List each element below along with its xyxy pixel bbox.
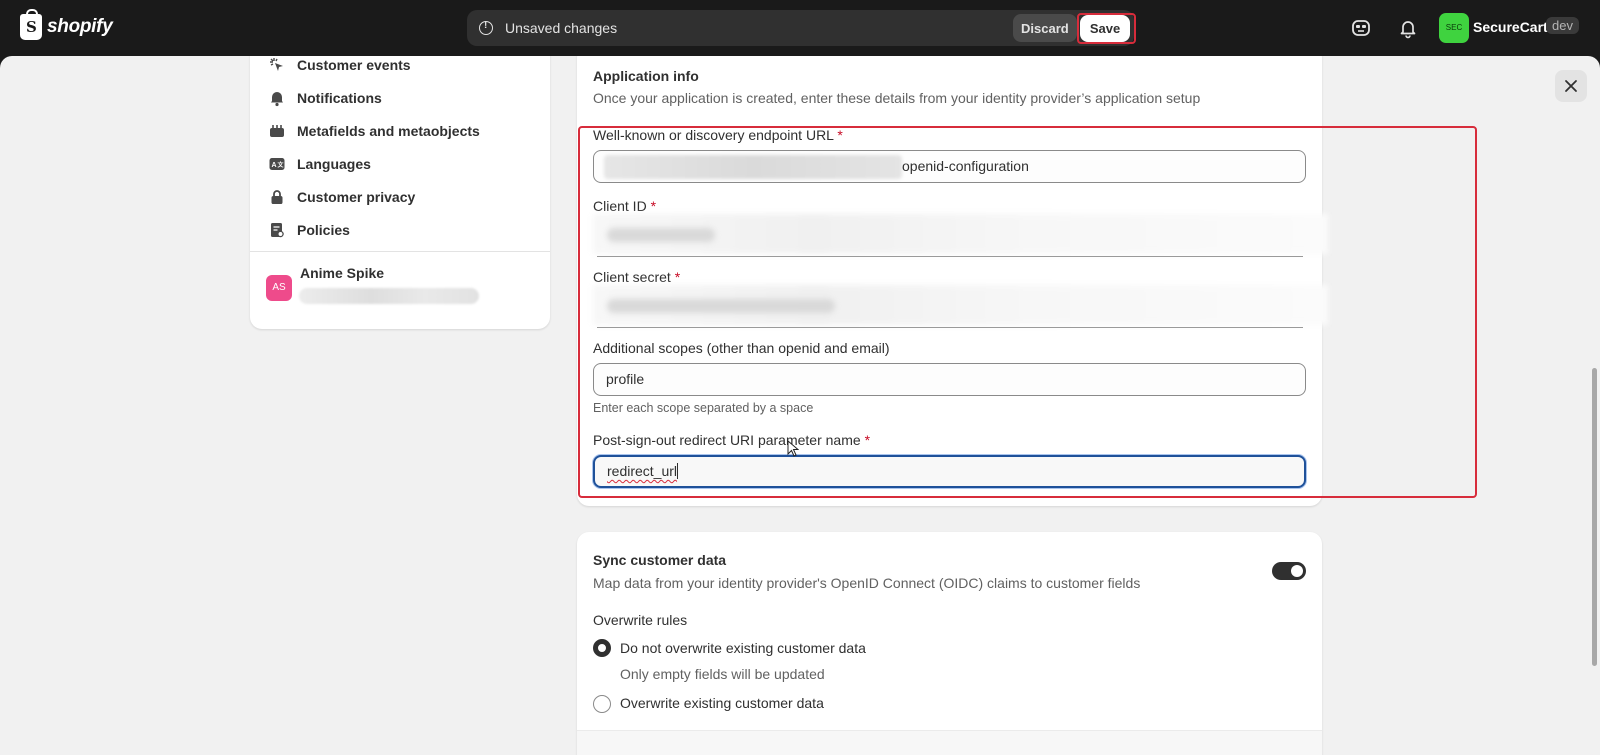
bell-icon[interactable]: [1397, 17, 1419, 39]
discovery-url-redacted: [604, 155, 902, 179]
policy-icon: [271, 223, 284, 238]
close-button[interactable]: [1555, 70, 1587, 102]
mouse-cursor-icon: [787, 440, 799, 457]
unsaved-changes-text: Unsaved changes: [505, 20, 618, 36]
sidebar-item-label: Customer privacy: [297, 189, 416, 205]
sidebar-item-customer-privacy[interactable]: Customer privacy: [268, 183, 415, 211]
sync-subtitle: Map data from your identity provider's O…: [593, 575, 1141, 591]
sidebar-item-metafields[interactable]: Metafields and metaobjects: [268, 117, 480, 145]
radio-overwrite-label[interactable]: Overwrite existing customer data: [620, 695, 824, 711]
discovery-url-input[interactable]: openid-configuration: [593, 150, 1306, 183]
main-canvas: Customer events Notifications Metafields…: [0, 56, 1600, 755]
cursor-click-icon: [270, 58, 283, 71]
sync-toggle[interactable]: [1272, 562, 1306, 580]
application-info-card: Application info Once your application i…: [577, 56, 1328, 506]
svg-text:A: A: [272, 162, 277, 169]
shopify-bag-icon: [20, 9, 42, 40]
sync-customer-data-card: Sync customer data Map data from your id…: [577, 532, 1322, 755]
application-info-title: Application info: [593, 68, 699, 84]
shopify-logo[interactable]: shopify: [20, 9, 113, 40]
user-name[interactable]: Anime Spike: [300, 265, 384, 281]
scopes-label: Additional scopes (other than openid and…: [593, 340, 890, 356]
sidekick-icon[interactable]: [1350, 17, 1372, 39]
client-id-redacted-text: [607, 228, 715, 242]
sidebar-item-label: Languages: [297, 156, 371, 172]
scrollbar[interactable]: [1592, 368, 1597, 666]
redirect-param-label: Post-sign-out redirect URI parameter nam…: [593, 432, 871, 448]
sidebar-divider: [250, 251, 550, 252]
scopes-help-text: Enter each scope separated by a space: [593, 401, 814, 415]
contextual-save-bar: Unsaved changes Discard Save: [467, 10, 1134, 46]
client-secret-redacted-text: [607, 299, 835, 313]
store-dev-badge: dev: [1546, 17, 1579, 34]
store-avatar[interactable]: SEC: [1439, 13, 1469, 43]
text-caret: [677, 463, 679, 479]
radio-no-overwrite-label[interactable]: Do not overwrite existing customer data: [620, 640, 866, 656]
redirect-param-value: redirect_url: [607, 463, 678, 479]
sidebar-item-label: Notifications: [297, 90, 382, 106]
radio-no-overwrite-help: Only empty fields will be updated: [620, 666, 825, 682]
sync-title: Sync customer data: [593, 552, 727, 568]
save-button[interactable]: Save: [1080, 15, 1130, 42]
user-avatar[interactable]: AS: [266, 275, 292, 301]
alert-circle-icon: [479, 20, 493, 35]
sidebar-item-notifications[interactable]: Notifications: [268, 84, 382, 112]
store-name[interactable]: SecureCart: [1473, 19, 1548, 35]
sidebar-item-policies[interactable]: Policies: [268, 216, 350, 244]
sidebar-item-label: Metafields and metaobjects: [297, 123, 480, 139]
overwrite-rules-title: Overwrite rules: [593, 612, 688, 628]
client-id-input-border: [597, 256, 1303, 257]
discard-button[interactable]: Discard: [1013, 14, 1077, 42]
sidebar-item-languages[interactable]: A 文 Languages: [268, 150, 371, 178]
sidebar-item-customer-events[interactable]: Customer events: [268, 56, 411, 79]
sidebar-item-label: Customer events: [297, 57, 411, 73]
client-secret-label: Client secret *: [593, 269, 681, 285]
scopes-input[interactable]: profile: [593, 363, 1306, 396]
redirect-param-input[interactable]: redirect_url: [593, 455, 1306, 488]
card-footer: [577, 730, 1322, 755]
close-icon: [1565, 80, 1577, 92]
client-secret-input-border: [597, 327, 1303, 328]
radio-overwrite[interactable]: [593, 695, 611, 713]
sidebar-item-label: Policies: [297, 222, 350, 238]
top-bar: shopify Unsaved changes Discard Save SEC…: [0, 0, 1600, 56]
application-info-subtitle: Once your application is created, enter …: [593, 90, 1201, 106]
user-email-redacted: [299, 288, 479, 304]
logo-text: shopify: [47, 16, 113, 37]
metafields-icon: [270, 125, 284, 137]
discovery-url-label: Well-known or discovery endpoint URL *: [593, 127, 843, 143]
settings-sidebar: Customer events Notifications Metafields…: [250, 56, 550, 329]
client-id-label: Client ID *: [593, 198, 657, 214]
svg-text:文: 文: [277, 161, 285, 169]
radio-no-overwrite[interactable]: [593, 639, 611, 657]
lock-icon: [271, 190, 283, 204]
discovery-url-value: openid-configuration: [902, 158, 1029, 174]
language-icon: A 文: [269, 158, 285, 170]
bell-icon: [271, 92, 283, 107]
